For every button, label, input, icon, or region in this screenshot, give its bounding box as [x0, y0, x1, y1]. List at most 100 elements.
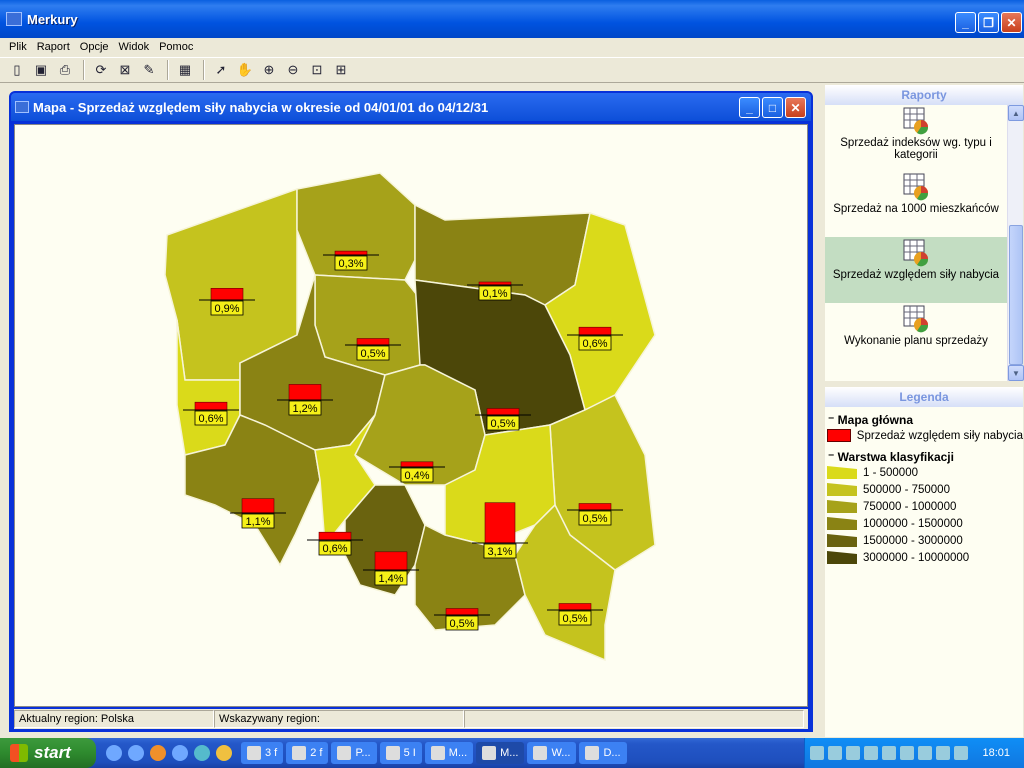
tray-icon[interactable]: [900, 746, 915, 760]
scroll-down-icon[interactable]: ▼: [1008, 365, 1024, 381]
report-item[interactable]: Sprzedaż indeksów wg. typu i kategorii: [825, 105, 1007, 171]
value-label: 0,6%: [198, 413, 223, 425]
map-maximize-button[interactable]: □: [762, 97, 783, 118]
task-icon: [385, 746, 400, 760]
task-icon: [430, 746, 445, 760]
ie-icon[interactable]: [106, 745, 122, 761]
zoom-out-icon[interactable]: ⊖: [282, 59, 304, 81]
legend-class-item: 3000000 - 10000000: [825, 549, 1023, 566]
taskbar-button[interactable]: W...: [527, 742, 577, 764]
value-label: 1,2%: [292, 403, 317, 415]
hand-icon[interactable]: ✋: [234, 59, 256, 81]
legend-class-label: 1 - 500000: [863, 466, 918, 479]
status-empty: [464, 710, 804, 728]
taskbar-button[interactable]: M...: [476, 742, 525, 764]
status-pointed-region: Wskazywany region:: [214, 710, 464, 728]
map-window-icon: [15, 101, 29, 113]
tray-icon[interactable]: [954, 746, 969, 760]
browser-icon[interactable]: [128, 745, 144, 761]
print-icon[interactable]: ⎙: [54, 59, 76, 81]
delete-icon[interactable]: ⊠: [114, 59, 136, 81]
close-button[interactable]: ✕: [1001, 12, 1022, 33]
menu-widok[interactable]: Widok: [114, 41, 155, 53]
taskbar-button[interactable]: 3 f: [241, 742, 284, 764]
tray-icon[interactable]: [918, 746, 933, 760]
table-icon[interactable]: ▦: [174, 59, 196, 81]
tray-icon[interactable]: [864, 746, 879, 760]
task-icon: [585, 746, 600, 760]
new-icon[interactable]: ▯: [6, 59, 28, 81]
value-label: 0,5%: [490, 418, 515, 430]
messenger-icon[interactable]: [194, 745, 210, 761]
reports-scrollbar[interactable]: ▲ ▼: [1007, 105, 1024, 381]
report-item-selected[interactable]: Sprzedaż względem siły nabycia: [825, 237, 1007, 303]
taskbar-button[interactable]: 2 f: [286, 742, 329, 764]
bluetooth-icon[interactable]: [936, 746, 951, 760]
system-tray: 18:01: [804, 738, 1024, 768]
taskbar-button-label: 2 f: [310, 747, 323, 759]
value-label: 0,5%: [562, 613, 587, 625]
value-label: 0,5%: [582, 513, 607, 525]
report-icon: [903, 107, 929, 135]
task-icon: [482, 746, 497, 760]
value-label: 0,5%: [360, 348, 385, 360]
menu-raport[interactable]: Raport: [32, 41, 75, 53]
pointer-icon[interactable]: ➚: [210, 59, 232, 81]
value-label: 0,1%: [482, 288, 507, 300]
legend-class-item: 750000 - 1000000: [825, 498, 1023, 515]
menu-plik[interactable]: Plik: [4, 41, 32, 53]
report-item[interactable]: Wykonanie planu sprzedaży: [825, 303, 1007, 369]
minimize-button[interactable]: _: [955, 12, 976, 33]
tray-icon[interactable]: [882, 746, 897, 760]
sales-bar: [288, 384, 322, 401]
media-icon[interactable]: [172, 745, 188, 761]
legend-class-title: ⁻ Warstwa klasyfikacji: [828, 450, 954, 464]
tray-icon[interactable]: [810, 746, 825, 760]
task-icon: [292, 746, 307, 760]
map-close-button[interactable]: ✕: [785, 97, 806, 118]
legend-bar-swatch: [827, 429, 851, 442]
scroll-up-icon[interactable]: ▲: [1008, 105, 1024, 121]
zoom-in-icon[interactable]: ⊕: [258, 59, 280, 81]
zoom-rect-icon[interactable]: ⊡: [306, 59, 328, 81]
sales-bar: [486, 408, 520, 416]
folder-icon[interactable]: [216, 745, 232, 761]
taskbar-button-label: W...: [551, 747, 571, 759]
maximize-button[interactable]: ❐: [978, 12, 999, 33]
menu-opcje[interactable]: Opcje: [75, 41, 114, 53]
sales-bar: [445, 608, 479, 616]
report-item[interactable]: Sprzedaż na 1000 mieszkańców: [825, 171, 1007, 237]
menu-pomoc[interactable]: Pomoc: [154, 41, 198, 53]
tray-icon[interactable]: [846, 746, 861, 760]
refresh-icon[interactable]: ⟳: [90, 59, 112, 81]
report-icon: [903, 305, 929, 333]
reports-list: Sprzedaż indeksów wg. typu i kategorii S…: [825, 105, 1007, 381]
taskbar-button[interactable]: D...: [579, 742, 627, 764]
map-canvas[interactable]: 0,9% 0,3% 0,1% 0,6% 0,5% 0,6% 1,2% 0,5% 0,4% 0,5%…: [14, 124, 808, 707]
start-button[interactable]: start: [0, 738, 96, 768]
report-label: Sprzedaż indeksów wg. typu i kategorii: [840, 137, 992, 161]
firefox-icon[interactable]: [150, 745, 166, 761]
poland-map[interactable]: 0,9% 0,3% 0,1% 0,6% 0,5% 0,6% 1,2% 0,5% 0,4% 0,5%…: [15, 125, 809, 708]
menu-bar: Plik Raport Opcje Widok Pomoc: [0, 38, 1024, 56]
map-minimize-button[interactable]: _: [739, 97, 760, 118]
legend-main-item: Sprzedaż względem siły nabycia: [825, 427, 1023, 444]
app-titlebar: Merkury _ ❐ ✕: [0, 0, 1024, 38]
comment-icon[interactable]: ✎: [138, 59, 160, 81]
value-label: 0,9%: [214, 303, 239, 315]
tray-icon[interactable]: [828, 746, 843, 760]
legend-class-label: 500000 - 750000: [863, 483, 950, 496]
legend-class-label: 1000000 - 1500000: [863, 517, 963, 530]
sales-bar: [210, 288, 244, 301]
legend-swatch: [827, 533, 857, 547]
value-label: 3,1%: [487, 546, 512, 558]
legend-swatch: [827, 499, 857, 513]
scroll-thumb[interactable]: [1009, 225, 1023, 365]
save-icon[interactable]: ▣: [30, 59, 52, 81]
sales-bar: [318, 531, 352, 541]
taskbar-button[interactable]: P...: [331, 742, 377, 764]
fit-extent-icon[interactable]: ⊞: [330, 59, 352, 81]
legend-swatch: [827, 550, 857, 564]
taskbar-button[interactable]: M...: [424, 742, 474, 764]
taskbar-button[interactable]: 5 I: [379, 742, 422, 764]
